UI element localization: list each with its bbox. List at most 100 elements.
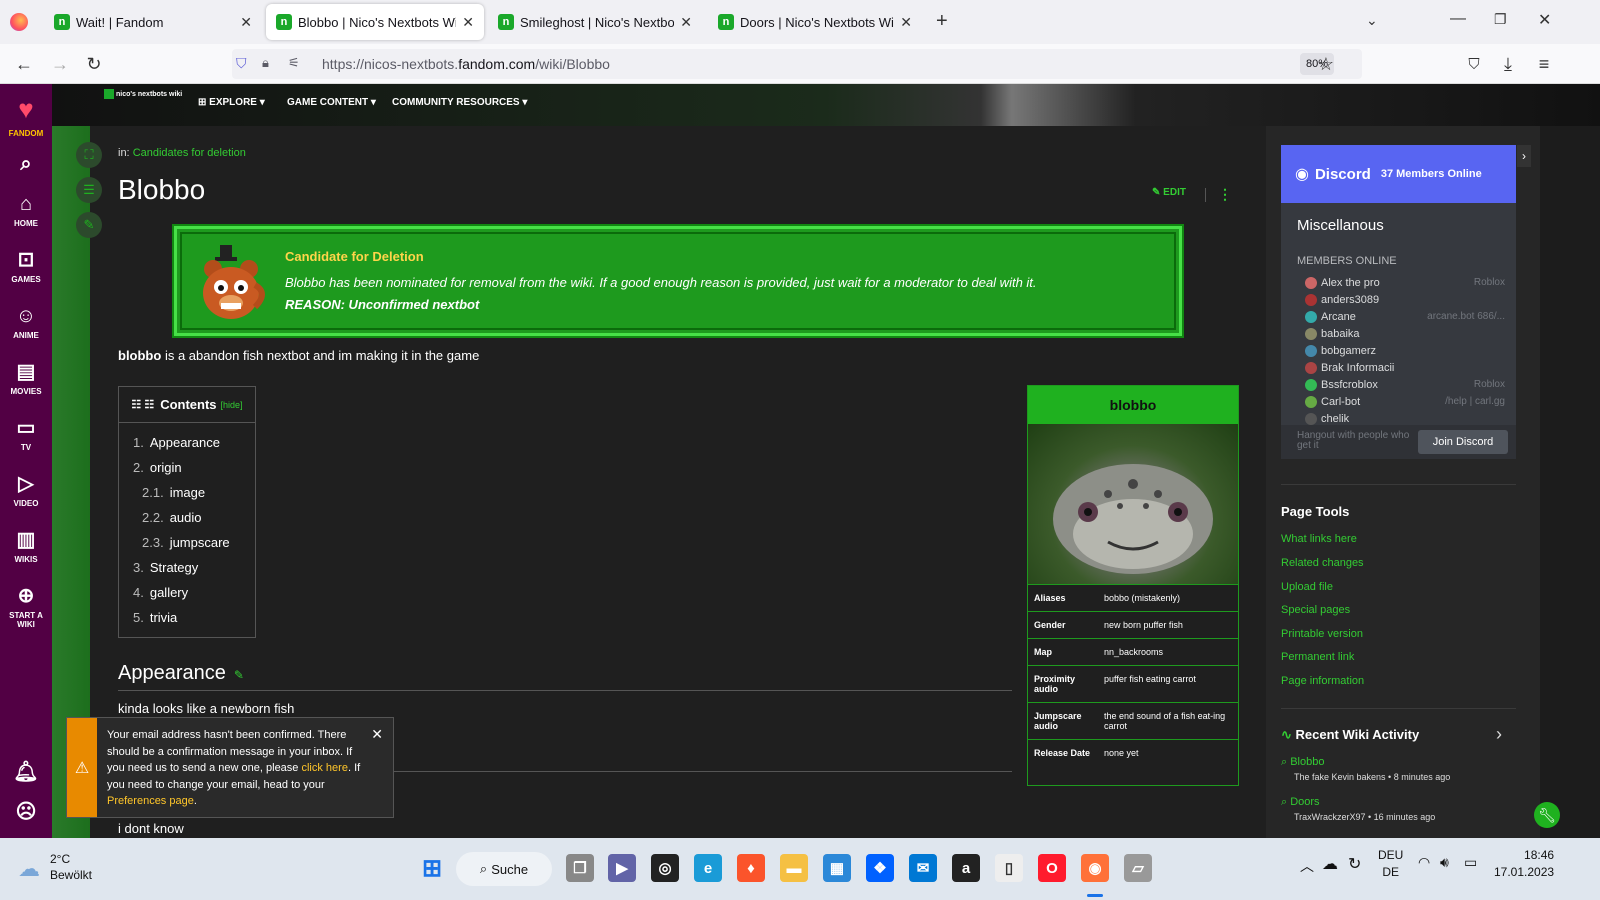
toc-item[interactable]: 4. gallery xyxy=(133,585,188,600)
rail-video[interactable]: ▷ VIDEO xyxy=(0,472,52,508)
page-tool-link[interactable]: Upload file xyxy=(1281,581,1333,593)
page-tool-link[interactable]: Special pages xyxy=(1281,604,1350,616)
explore-menu[interactable]: ⊞ EXPLORE ▾ xyxy=(198,97,265,108)
tray-overflow-icon[interactable]: ︿ xyxy=(1300,856,1314,876)
battery-icon[interactable]: ▭ xyxy=(1464,854,1477,871)
tab-wait[interactable]: n Wait! | Fandom ✕ xyxy=(44,4,262,40)
page-tool-link[interactable]: Page information xyxy=(1281,675,1364,687)
close-tab-icon[interactable]: ✕ xyxy=(462,14,474,31)
recent-activity-link[interactable]: ⌕ Blobbo xyxy=(1281,756,1324,769)
fandom-logo[interactable]: ♥ FANDOM xyxy=(0,92,52,138)
edge-icon[interactable]: e xyxy=(694,854,722,882)
rail-wikis[interactable]: ▥ WIKIS xyxy=(0,528,52,564)
toc-item[interactable]: 2.2. audio xyxy=(142,510,202,525)
page-tool-link[interactable]: Permanent link xyxy=(1281,651,1354,663)
close-icon[interactable]: ✕ xyxy=(371,726,383,743)
onedrive-icon[interactable]: ☁ xyxy=(1322,854,1338,874)
rail-games[interactable]: ⊡ GAMES xyxy=(0,248,52,284)
clock[interactable]: 18:46 17.01.2023 xyxy=(1494,848,1554,879)
close-tab-icon[interactable]: ✕ xyxy=(240,14,252,31)
pocket-icon[interactable]: ⛉ xyxy=(1462,52,1486,76)
back-icon[interactable]: ← xyxy=(12,52,36,76)
expand-icon[interactable]: ⛶ xyxy=(76,142,102,168)
firefox-menu-icon[interactable] xyxy=(10,13,28,31)
toc-item[interactable]: 5. trivia xyxy=(133,610,177,625)
close-tab-icon[interactable]: ✕ xyxy=(680,14,692,31)
rail-anime[interactable]: ☺ ANIME xyxy=(0,304,52,340)
toc-item[interactable]: 2.1. image xyxy=(142,485,205,500)
forward-icon[interactable]: → xyxy=(48,52,72,76)
lock-icon[interactable]: 🔒︎ xyxy=(262,55,269,71)
sync-icon[interactable]: ↻ xyxy=(1348,854,1361,874)
appearance-text: kinda looks like a newborn fish xyxy=(118,701,295,716)
toc-list-icon[interactable]: ☰ xyxy=(76,177,102,203)
edit-section-icon[interactable]: ✎ xyxy=(234,668,244,682)
close-tab-icon[interactable]: ✕ xyxy=(900,14,912,31)
firefox-icon[interactable]: ◉ xyxy=(1081,854,1109,882)
app-icon[interactable]: ▱ xyxy=(1124,854,1152,882)
category-link[interactable]: Candidates for deletion xyxy=(133,147,246,159)
task-view-icon[interactable]: ❐ xyxy=(566,854,594,882)
close-window-icon[interactable]: ✕ xyxy=(1538,10,1551,30)
chevron-right-icon[interactable]: › xyxy=(1496,724,1502,745)
bookmark-star-icon[interactable]: ☆ xyxy=(1314,52,1338,76)
permissions-icon[interactable]: ⚟ xyxy=(288,55,300,71)
game-content-menu[interactable]: GAME CONTENT ▾ xyxy=(287,97,376,108)
teams-icon[interactable]: ▶ xyxy=(608,854,636,882)
toc-item[interactable]: 2.3. jumpscare xyxy=(142,535,230,550)
rail-home[interactable]: ⌂ HOME xyxy=(0,192,52,228)
mail-icon[interactable]: ✉ xyxy=(909,854,937,882)
page-tool-link[interactable]: Related changes xyxy=(1281,557,1364,569)
rail-movies[interactable]: ▤ MOVIES xyxy=(0,360,52,396)
divider xyxy=(118,690,1012,691)
wifi-icon[interactable]: ◠ xyxy=(1418,854,1430,871)
edit-button[interactable]: ✎ EDIT xyxy=(1152,187,1186,198)
github-icon[interactable]: ◎ xyxy=(651,854,679,882)
tab-blobbo[interactable]: n Blobbo | Nico's Nextbots Wiki | F ✕ xyxy=(266,4,484,40)
download-icon[interactable]: ⤓ xyxy=(1496,52,1520,76)
wrench-icon[interactable]: 🔧︎ xyxy=(1534,802,1560,828)
collapse-sidebar-icon[interactable]: › xyxy=(1517,145,1531,167)
store-icon[interactable]: ▦ xyxy=(823,854,851,882)
minimize-icon[interactable]: — xyxy=(1450,10,1466,28)
search-icon[interactable]: ⌕ xyxy=(0,152,52,179)
rail-tv[interactable]: ▭ TV xyxy=(0,416,52,452)
opera-icon[interactable]: O xyxy=(1038,854,1066,882)
page-tool-link[interactable]: Printable version xyxy=(1281,628,1363,640)
more-actions-icon[interactable]: ⋮ xyxy=(1218,186,1232,203)
volume-icon[interactable]: 🔊︎ xyxy=(1440,854,1449,871)
hamburger-menu-icon[interactable]: ≡ xyxy=(1532,52,1556,76)
recent-activity-link[interactable]: ⌕ Doors xyxy=(1281,796,1320,809)
list-tabs-icon[interactable]: ⌄ xyxy=(1366,12,1378,29)
amazon-icon[interactable]: a xyxy=(952,854,980,882)
join-discord-button[interactable]: Join Discord xyxy=(1418,430,1508,454)
language-indicator[interactable]: DEU DE xyxy=(1378,848,1403,879)
brave-icon[interactable]: ♦ xyxy=(737,854,765,882)
dropbox-icon[interactable]: ❖ xyxy=(866,854,894,882)
url-bar[interactable]: ⛉ 🔒︎ ⚟ https://nicos-nextbots. fandom.com… xyxy=(232,49,1362,79)
avatar[interactable]: ☹ xyxy=(0,800,52,827)
preferences-link[interactable]: Preferences page xyxy=(107,795,194,807)
toc-item[interactable]: 2. origin xyxy=(133,460,182,475)
edit-pencil-icon[interactable]: ✎ xyxy=(76,212,102,238)
new-tab-icon[interactable]: + xyxy=(936,10,948,33)
infobox-image[interactable] xyxy=(1028,424,1238,584)
notifications-icon[interactable]: 🔔︎ xyxy=(0,760,52,787)
shield-icon[interactable]: ⛉ xyxy=(236,55,247,72)
file-explorer-icon[interactable]: ▬ xyxy=(780,854,808,882)
reload-icon[interactable]: ↻ xyxy=(82,52,106,76)
rail-start-wiki[interactable]: ⊕ START A WIKI xyxy=(0,584,52,629)
community-resources-menu[interactable]: COMMUNITY RESOURCES ▾ xyxy=(392,97,527,108)
tab-doors[interactable]: n Doors | Nico's Nextbots Wiki | F ✕ xyxy=(708,4,922,40)
start-icon[interactable]: ⊞ xyxy=(418,854,446,882)
toc-item[interactable]: 1. Appearance xyxy=(133,435,220,450)
page-tool-link[interactable]: What links here xyxy=(1281,533,1357,545)
restore-icon[interactable]: ❐ xyxy=(1494,11,1507,28)
tab-smileghost[interactable]: n Smileghost | Nico's Nextbots W ✕ xyxy=(488,4,702,40)
taskbar-search[interactable]: ⌕ Suche xyxy=(456,852,552,886)
notepad-icon[interactable]: ▯ xyxy=(995,854,1023,882)
toc-item[interactable]: 3. Strategy xyxy=(133,560,198,575)
toc-hide-link[interactable]: hide xyxy=(223,400,240,410)
click-here-link[interactable]: click here xyxy=(301,762,347,774)
wiki-logo[interactable]: nico's nextbots wiki xyxy=(104,89,182,99)
